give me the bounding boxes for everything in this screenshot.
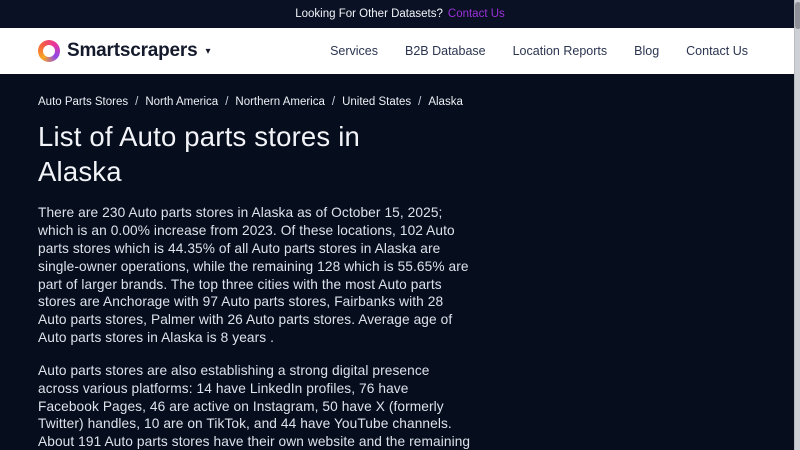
breadcrumb-separator: / — [331, 96, 336, 108]
nav-item-location-reports[interactable]: Location Reports — [513, 44, 608, 58]
breadcrumb-separator: / — [418, 96, 422, 108]
brand-name: Smartscrapers — [67, 40, 198, 61]
breadcrumb-united-states[interactable]: United States — [342, 96, 411, 108]
nav-item-services[interactable]: Services — [330, 44, 378, 58]
breadcrumb-northern-america[interactable]: Northern America — [235, 96, 324, 108]
main-nav: Services B2B Database Location Reports B… — [330, 44, 748, 58]
breadcrumb-separator: / — [135, 96, 139, 108]
nav-item-contact-us[interactable]: Contact Us — [686, 44, 748, 58]
nav-item-b2b-database[interactable]: B2B Database — [405, 44, 486, 58]
scrollbar-thumb[interactable] — [795, 2, 800, 29]
page-content: Auto Parts Stores / North America / Nort… — [0, 74, 800, 450]
chevron-down-icon: ▾ — [205, 45, 211, 57]
nav-item-blog[interactable]: Blog — [634, 44, 659, 58]
brand-logo[interactable]: Smartscrapers ▾ — [38, 40, 211, 62]
breadcrumb-auto-parts-stores[interactable]: Auto Parts Stores — [38, 96, 128, 108]
breadcrumb-north-america[interactable]: North America — [145, 96, 218, 108]
intro-paragraph-2: Auto parts stores are also establishing … — [38, 362, 471, 450]
smartscrapers-ring-logo-icon — [38, 40, 60, 62]
intro-section: There are 230 Auto parts stores in Alask… — [38, 204, 762, 450]
banner-text: Looking For Other Datasets? — [295, 8, 443, 20]
intro-paragraph-1: There are 230 Auto parts stores in Alask… — [38, 205, 469, 346]
page-title: List of Auto parts stores in Alaska — [38, 121, 361, 188]
banner-contact-link[interactable]: Contact Us — [448, 8, 505, 20]
announcement-banner: Looking For Other Datasets? Contact Us — [0, 0, 800, 28]
breadcrumb-alaska[interactable]: Alaska — [428, 96, 463, 108]
breadcrumb-separator: / — [225, 96, 229, 108]
vertical-scrollbar[interactable] — [794, 0, 800, 450]
site-header: Smartscrapers ▾ Services B2B Database Lo… — [0, 28, 800, 74]
breadcrumb: Auto Parts Stores / North America / Nort… — [38, 96, 762, 108]
